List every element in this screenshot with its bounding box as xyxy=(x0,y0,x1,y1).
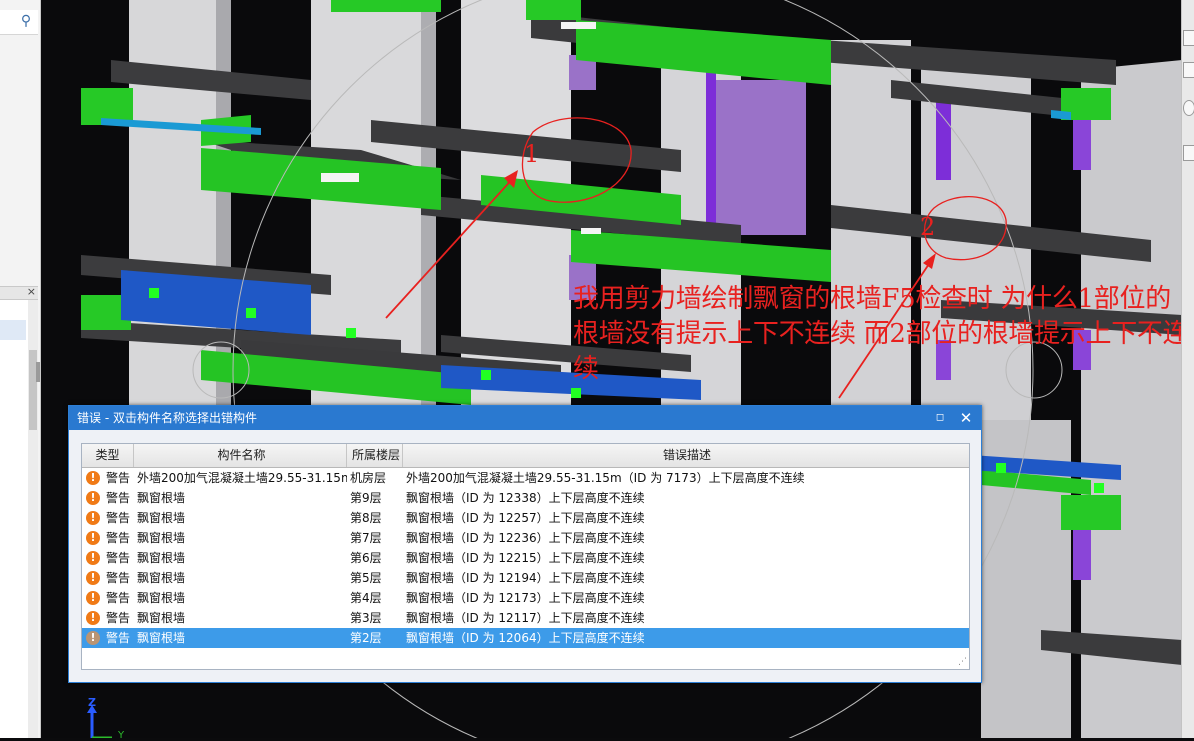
table-header: 类型 构件名称 所属楼层 错误描述 xyxy=(82,444,969,468)
type-label: 警告 xyxy=(106,471,131,485)
cell-floor[interactable]: 第4层 xyxy=(347,588,403,608)
toolbar-tool-icon[interactable] xyxy=(1183,145,1194,161)
cell-type[interactable]: ! 警告 xyxy=(82,468,134,488)
table-row[interactable]: ! 警告 飘窗根墙 第7层 飘窗根墙（ID 为 12236）上下层高度不连续 xyxy=(82,528,969,548)
type-label: 警告 xyxy=(106,571,131,585)
maximize-icon[interactable]: ◻ xyxy=(929,406,951,430)
type-label: 警告 xyxy=(106,491,131,505)
cell-description[interactable]: 外墙200加气混凝凝土墙29.55-31.15m（ID 为 7173）上下层高度… xyxy=(403,468,968,488)
cell-floor[interactable]: 第3层 xyxy=(347,608,403,628)
toolbar-tool-icon[interactable] xyxy=(1183,30,1194,46)
type-label: 警告 xyxy=(106,611,131,625)
cell-floor[interactable]: 第9层 xyxy=(347,488,403,508)
table-row[interactable]: ! 警告 飘窗根墙 第4层 飘窗根墙（ID 为 12173）上下层高度不连续 xyxy=(82,588,969,608)
type-label: 警告 xyxy=(106,511,131,525)
cell-description[interactable]: 飘窗根墙（ID 为 12194）上下层高度不连续 xyxy=(403,568,968,588)
cell-type[interactable]: ! 警告 xyxy=(82,568,134,588)
warning-icon: ! xyxy=(86,491,100,505)
warning-icon: ! xyxy=(86,591,100,605)
axis-y-label: Y xyxy=(118,730,125,741)
column-header-name[interactable]: 构件名称 xyxy=(134,444,347,467)
cell-floor[interactable]: 机房层 xyxy=(347,468,403,488)
cell-floor[interactable]: 第5层 xyxy=(347,568,403,588)
cell-component-name[interactable]: 飘窗根墙 xyxy=(134,568,347,588)
table-row[interactable]: ! 警告 飘窗根墙 第8层 飘窗根墙（ID 为 12257）上下层高度不连续 xyxy=(82,508,969,528)
cell-description[interactable]: 飘窗根墙（ID 为 12236）上下层高度不连续 xyxy=(403,528,968,548)
type-label: 警告 xyxy=(106,531,131,545)
table-row[interactable]: ! 警告 飘窗根墙 第5层 飘窗根墙（ID 为 12194）上下层高度不连续 xyxy=(82,568,969,588)
cell-component-name[interactable]: 飘窗根墙 xyxy=(134,608,347,628)
close-icon[interactable]: ✕ xyxy=(955,406,977,430)
toolbar-tool-icon[interactable] xyxy=(1183,62,1194,78)
axis-gizmo xyxy=(87,705,112,738)
warning-icon: ! xyxy=(86,531,100,545)
table-row[interactable]: ! 警告 外墙200加气混凝凝土墙29.55-31.15m 机房层 外墙200加气混凝凝… xyxy=(82,468,969,488)
cell-component-name[interactable]: 飘窗根墙 xyxy=(134,528,347,548)
cell-description[interactable]: 飘窗根墙（ID 为 12215）上下层高度不连续 xyxy=(403,548,968,568)
table-row[interactable]: ! 警告 飘窗根墙 第9层 飘窗根墙（ID 为 12338）上下层高度不连续 xyxy=(82,488,969,508)
cell-type[interactable]: ! 警告 xyxy=(82,528,134,548)
column-header-floor[interactable]: 所属楼层 xyxy=(347,444,403,467)
close-icon[interactable]: × xyxy=(27,285,36,298)
toolbar-rotate-icon[interactable] xyxy=(1183,100,1194,116)
cell-component-name[interactable]: 飘窗根墙 xyxy=(134,508,347,528)
cell-component-name[interactable]: 飘窗根墙 xyxy=(134,628,347,648)
cell-component-name[interactable]: 外墙200加气混凝凝土墙29.55-31.15m xyxy=(134,468,347,488)
annotation-mark-1: 1 xyxy=(524,140,540,168)
cell-type[interactable]: ! 警告 xyxy=(82,628,134,648)
warning-icon: ! xyxy=(86,611,100,625)
cell-description[interactable]: 飘窗根墙（ID 为 12064）上下层高度不连续 xyxy=(403,628,968,648)
cell-type[interactable]: ! 警告 xyxy=(82,588,134,608)
left-panel-header: × xyxy=(0,285,38,300)
warning-icon: ! xyxy=(86,631,100,645)
cell-type[interactable]: ! 警告 xyxy=(82,548,134,568)
warning-icon: ! xyxy=(86,571,100,585)
left-search-box[interactable]: ⚲ xyxy=(0,10,38,35)
column-header-description[interactable]: 错误描述 xyxy=(403,444,968,467)
dialog-title-bar[interactable]: 错误 - 双击构件名称选择出错构件 ◻ ✕ xyxy=(69,406,981,430)
cell-component-name[interactable]: 飘窗根墙 xyxy=(134,488,347,508)
cell-description[interactable]: 飘窗根墙（ID 为 12173）上下层高度不连续 xyxy=(403,588,968,608)
cell-floor[interactable]: 第2层 xyxy=(347,628,403,648)
table-row[interactable]: ! 警告 飘窗根墙 第3层 飘窗根墙（ID 为 12117）上下层高度不连续 xyxy=(82,608,969,628)
cell-type[interactable]: ! 警告 xyxy=(82,488,134,508)
left-list-selected-item[interactable] xyxy=(0,320,26,340)
type-label: 警告 xyxy=(106,631,131,645)
cell-component-name[interactable]: 飘窗根墙 xyxy=(134,588,347,608)
cell-floor[interactable]: 第6层 xyxy=(347,548,403,568)
right-toolbar xyxy=(1181,0,1194,738)
type-label: 警告 xyxy=(106,551,131,565)
cell-type[interactable]: ! 警告 xyxy=(82,608,134,628)
panel-splitter-handle[interactable] xyxy=(36,362,40,382)
dialog-title: 错误 - 双击构件名称选择出错构件 xyxy=(77,411,257,425)
left-panel: ⚲ × xyxy=(0,0,41,738)
cell-description[interactable]: 飘窗根墙（ID 为 12257）上下层高度不连续 xyxy=(403,508,968,528)
table-row[interactable]: ! 警告 飘窗根墙 第6层 飘窗根墙（ID 为 12215）上下层高度不连续 xyxy=(82,548,969,568)
cell-floor[interactable]: 第8层 xyxy=(347,508,403,528)
cell-type[interactable]: ! 警告 xyxy=(82,508,134,528)
cell-description[interactable]: 飘窗根墙（ID 为 12117）上下层高度不连续 xyxy=(403,608,968,628)
annotation-question-text: 我用剪力墙绘制飘窗的根墙F5检查时 为什么1部位的根墙没有提示上下不连续 而2部… xyxy=(573,284,1189,384)
cell-description[interactable]: 飘窗根墙（ID 为 12338）上下层高度不连续 xyxy=(403,488,968,508)
table-body: ! 警告 外墙200加气混凝凝土墙29.55-31.15m 机房层 外墙200加气混凝凝… xyxy=(82,468,969,648)
warning-icon: ! xyxy=(86,551,100,565)
warning-icon: ! xyxy=(86,471,100,485)
warning-icon: ! xyxy=(86,511,100,525)
table-row[interactable]: ! 警告 飘窗根墙 第2层 飘窗根墙（ID 为 12064）上下层高度不连续 xyxy=(82,628,969,648)
error-table: 类型 构件名称 所属楼层 错误描述 ! 警告 外墙200加气混凝凝土墙29.55-3… xyxy=(81,443,970,670)
column-header-type[interactable]: 类型 xyxy=(82,444,134,467)
type-label: 警告 xyxy=(106,591,131,605)
error-dialog: 错误 - 双击构件名称选择出错构件 ◻ ✕ 类型 构件名称 所属楼层 错误描述 … xyxy=(68,405,982,683)
cell-floor[interactable]: 第7层 xyxy=(347,528,403,548)
cell-component-name[interactable]: 飘窗根墙 xyxy=(134,548,347,568)
resize-grip-icon[interactable]: ⋰ xyxy=(958,657,967,667)
search-icon[interactable]: ⚲ xyxy=(18,13,34,29)
annotation-mark-2: 2 xyxy=(920,213,936,241)
